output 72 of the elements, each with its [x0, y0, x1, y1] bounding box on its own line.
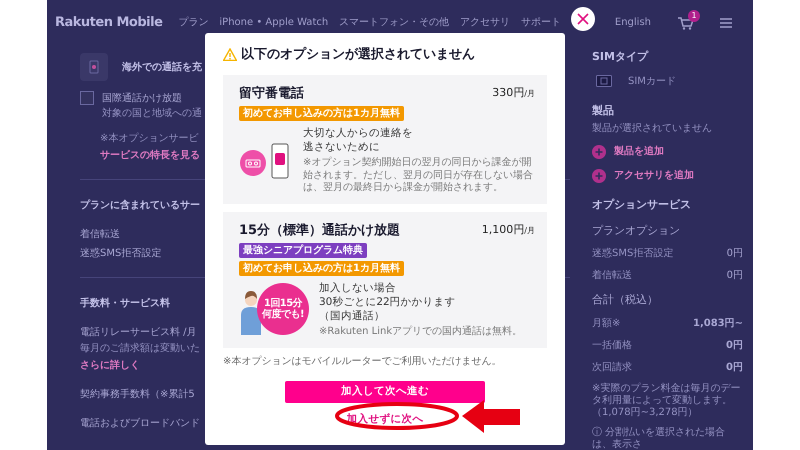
promo-badge: 最強シニアプログラム特典: [239, 243, 367, 258]
summary-note: ⓘ 分割払いを選択された場合は、表示さ: [592, 426, 726, 450]
price-label: 一括価格: [592, 338, 632, 352]
subsection-heading: プランオプション: [592, 222, 681, 238]
option-description: 加入しない場合 30秒ごとに22円かかります （国内通話）: [319, 282, 457, 324]
note-text: ※本オプションサービ: [100, 132, 198, 146]
warning-icon: [223, 48, 237, 62]
option-description: 大切な人からの連絡を 逃さないために: [303, 127, 414, 154]
promo-badge: 初めてお申し込みの方は1カ月無料: [239, 261, 404, 276]
option-price: 1,100円: [482, 222, 524, 238]
cart-icon[interactable]: [677, 16, 693, 30]
section-heading: プランに含まれているサー: [80, 198, 200, 213]
feature-title: 海外での通話を充: [122, 60, 202, 74]
nav-link[interactable]: プラン: [178, 15, 208, 30]
service-item: 迷惑SMS拒否設定: [80, 246, 162, 261]
note-text: 毎月のご請求額は変動いた: [80, 342, 200, 356]
option-name: 15分（標準）通話かけ放題: [239, 222, 400, 240]
price-label: 次回請求: [592, 360, 632, 374]
join-button[interactable]: 加入して次へ進む: [285, 380, 485, 403]
price-unit: /月: [524, 88, 535, 100]
add-link[interactable]: アクセサリを追加: [614, 168, 694, 183]
price-label: 迷惑SMS拒否設定: [592, 246, 674, 261]
phone-icon: [89, 60, 99, 74]
option-name: 留守番電話: [239, 84, 304, 102]
price-value: 0円: [726, 269, 743, 283]
summary-note: ※実際のプラン料金は毎月のデータ利用量によって変動します。（1,078円~3,278円）: [592, 382, 742, 418]
price-unit: /月: [524, 225, 535, 238]
sim-card-icon: [596, 75, 612, 87]
section-heading: オプションサービス: [592, 197, 692, 213]
section-heading: SIMタイプ: [592, 49, 650, 65]
option-description: 対象の国と地域への通: [102, 106, 202, 121]
language-link[interactable]: English: [614, 15, 651, 30]
nav-link[interactable]: iPhone • Apple Watch: [219, 15, 328, 30]
sim-type-label: SIMカード: [628, 74, 676, 88]
call-bubble: 1回15分 何度でも!: [257, 283, 309, 336]
price-value: 0円: [726, 360, 743, 374]
detail-link[interactable]: さらに詳しく: [80, 358, 140, 373]
option-note: ※オプション契約開始日の翌月の同日から課金が開始されます。ただし、翌月の同日が存在しない場合は、翌月の最終日から課金が開始されます。: [303, 157, 534, 195]
service-item: 着信転送: [80, 228, 120, 242]
add-link[interactable]: 製品を追加: [614, 144, 664, 159]
option-label: 国際通話かけ放題: [102, 92, 182, 106]
menu-icon[interactable]: [719, 16, 733, 28]
footnote: ※本オプションはモバイルルーターでご利用いただけません。: [223, 354, 502, 369]
dialog-title: 以下のオプションが選択されていません: [241, 46, 475, 64]
price-value: 0円: [726, 338, 743, 352]
price-label: 着信転送: [592, 268, 632, 283]
service-item: 電話リレーサービス料 /月: [80, 326, 197, 340]
nav-link[interactable]: アクセサリ: [460, 15, 510, 30]
plus-icon[interactable]: [592, 144, 606, 158]
summary-note: 製品が選択されていません: [592, 123, 713, 135]
person-drawing: [239, 291, 263, 336]
brand-logo[interactable]: Rakuten Mobile: [55, 12, 162, 32]
close-icon[interactable]: [577, 13, 589, 25]
cart-count-badge: 1: [688, 10, 700, 22]
close-button[interactable]: [571, 7, 595, 31]
detail-link[interactable]: サービスの特長を見る: [100, 148, 200, 163]
promo-badge: 初めてお申し込みの方は1カ月無料: [239, 106, 404, 121]
pointer-arrow: [462, 400, 520, 433]
nav-link[interactable]: サポート: [521, 15, 562, 30]
checkbox[interactable]: [80, 91, 94, 105]
option-note: ※Rakuten Linkアプリでの国内通話は無料。: [319, 326, 522, 339]
plus-icon[interactable]: [592, 168, 606, 182]
price-value: 0円: [726, 247, 743, 261]
section-heading: 製品: [592, 102, 615, 118]
subsection-heading: 合計（税込）: [592, 292, 659, 308]
nav-link[interactable]: スマートフォン・その他: [339, 15, 450, 30]
option-price: 330円: [492, 85, 524, 101]
service-item: 契約事務手数料（※累計5: [80, 388, 195, 402]
price-label: 月額※: [592, 316, 620, 330]
price-value: 1,083円~: [692, 316, 743, 330]
section-heading: 手数料・サービス料: [80, 296, 170, 311]
service-item: 電話およびブロードバンド: [80, 416, 200, 431]
